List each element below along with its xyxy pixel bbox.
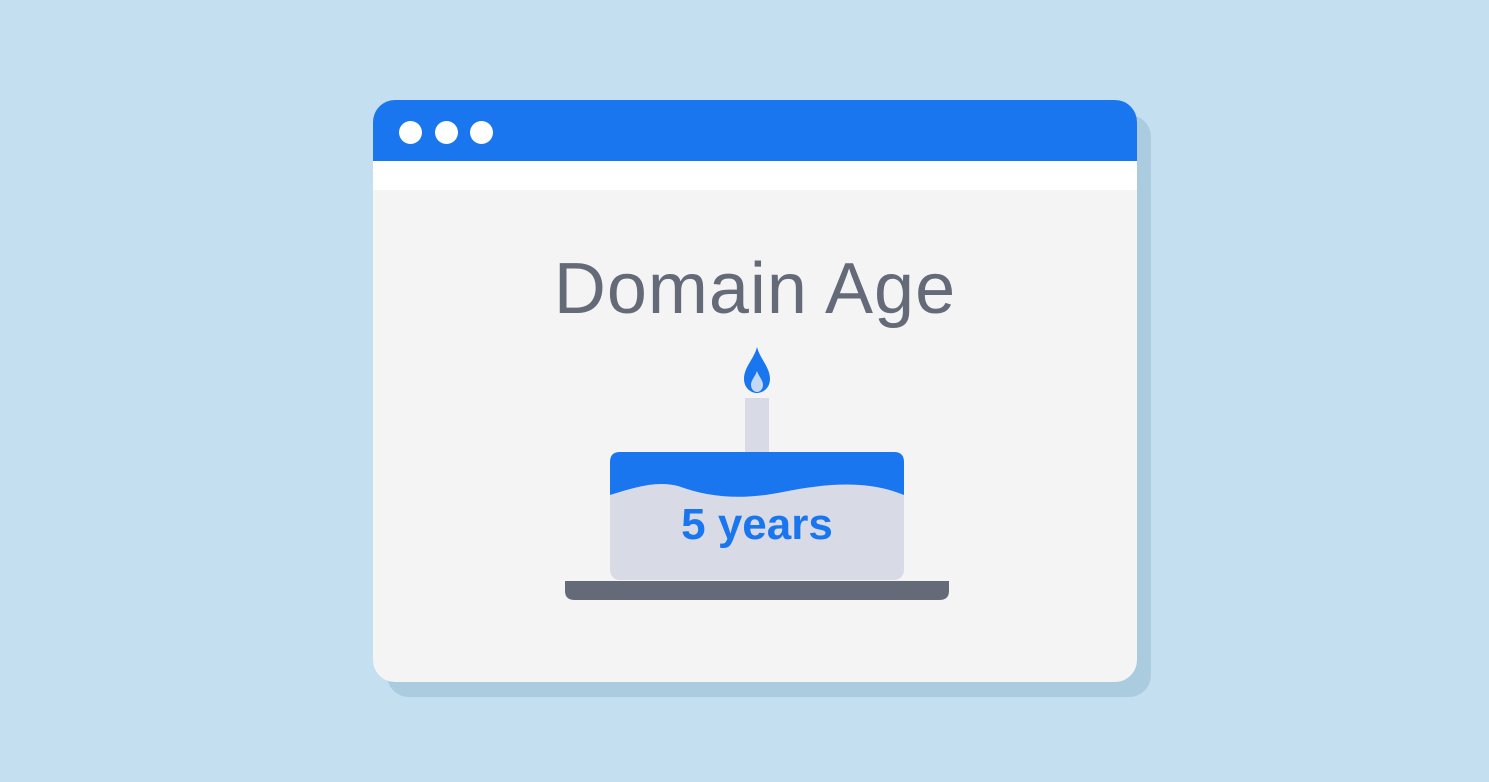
browser-window: Domain Age 5 years (373, 100, 1137, 682)
candle-icon (745, 398, 769, 454)
flame-icon (744, 347, 770, 393)
domain-age-value: 5 years (681, 500, 833, 549)
birthday-cake-illustration (565, 347, 949, 600)
cake-plate-icon (565, 581, 949, 600)
